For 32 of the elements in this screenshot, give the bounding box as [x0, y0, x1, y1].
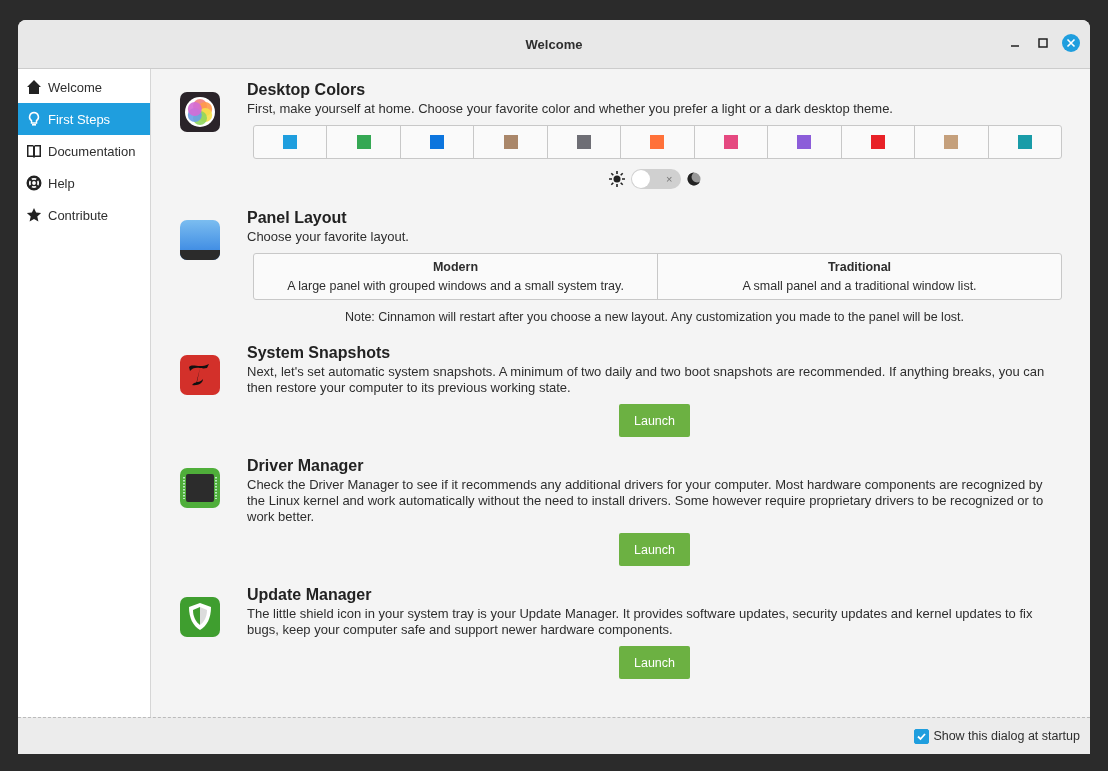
section-description: Next, let's set automatic system snapshots. A minimum of two daily and two boot snapshots are recommended. If anything breaks, you can then restore your computer to its previous working state. — [247, 364, 1046, 396]
section-description: Check the Driver Manager to see if it recommends any additional drivers for your computer. Most hardware components are recognized by the Linux kernel and work automatically without the need to install drivers. Some however require proprietary drivers to be recognized or to work better. — [247, 477, 1045, 525]
sidebar-item[interactable]: Contribute — [18, 199, 150, 231]
sun-icon — [608, 171, 625, 187]
moon-icon — [686, 172, 701, 186]
section-title: Desktop Colors — [247, 81, 367, 99]
section-title: Panel Layout — [247, 209, 348, 227]
close-icon[interactable] — [1062, 34, 1080, 52]
startup-checkbox[interactable]: Show this dialog at startup — [914, 728, 1080, 744]
section-title: Driver Manager — [247, 457, 365, 475]
shield-icon — [179, 596, 221, 638]
color-flower-icon — [179, 91, 221, 133]
star-icon — [26, 207, 42, 223]
home-icon — [26, 79, 42, 95]
window-title: Welcome — [525, 36, 583, 52]
layout-note: Note: Cinnamon will restart after you choose a new layout. Any customization you made to the panel will be lost. — [343, 310, 966, 324]
sidebar-item[interactable]: Help — [18, 167, 150, 199]
chip-icon — [179, 467, 221, 509]
section-title: System Snapshots — [247, 344, 392, 362]
layout-option[interactable]: Traditional A small panel and a traditional window list. — [658, 254, 1061, 299]
sidebar-item[interactable]: Documentation — [18, 135, 150, 167]
sidebar-item[interactable]: Welcome — [18, 71, 150, 103]
lightbulb-icon — [26, 111, 42, 127]
snapshot-icon — [179, 354, 221, 396]
lifebuoy-icon — [26, 175, 42, 191]
panel-layout-icon — [179, 219, 221, 261]
section-title: Update Manager — [247, 586, 373, 604]
section-description: First, make yourself at home. Choose your favorite color and whether you prefer a light or a dark desktop theme. — [247, 101, 894, 117]
section-description: Choose your favorite layout. — [247, 229, 410, 245]
layout-option[interactable]: Modern A large panel with grouped windows and a small system tray. — [254, 254, 658, 299]
section-description: The little shield icon in your system tray is your Update Manager. It provides software updates, security updates and kernel updates to fix bugs, keep your computer safe and support newer hardware components. — [247, 606, 1034, 638]
book-icon — [26, 143, 42, 159]
